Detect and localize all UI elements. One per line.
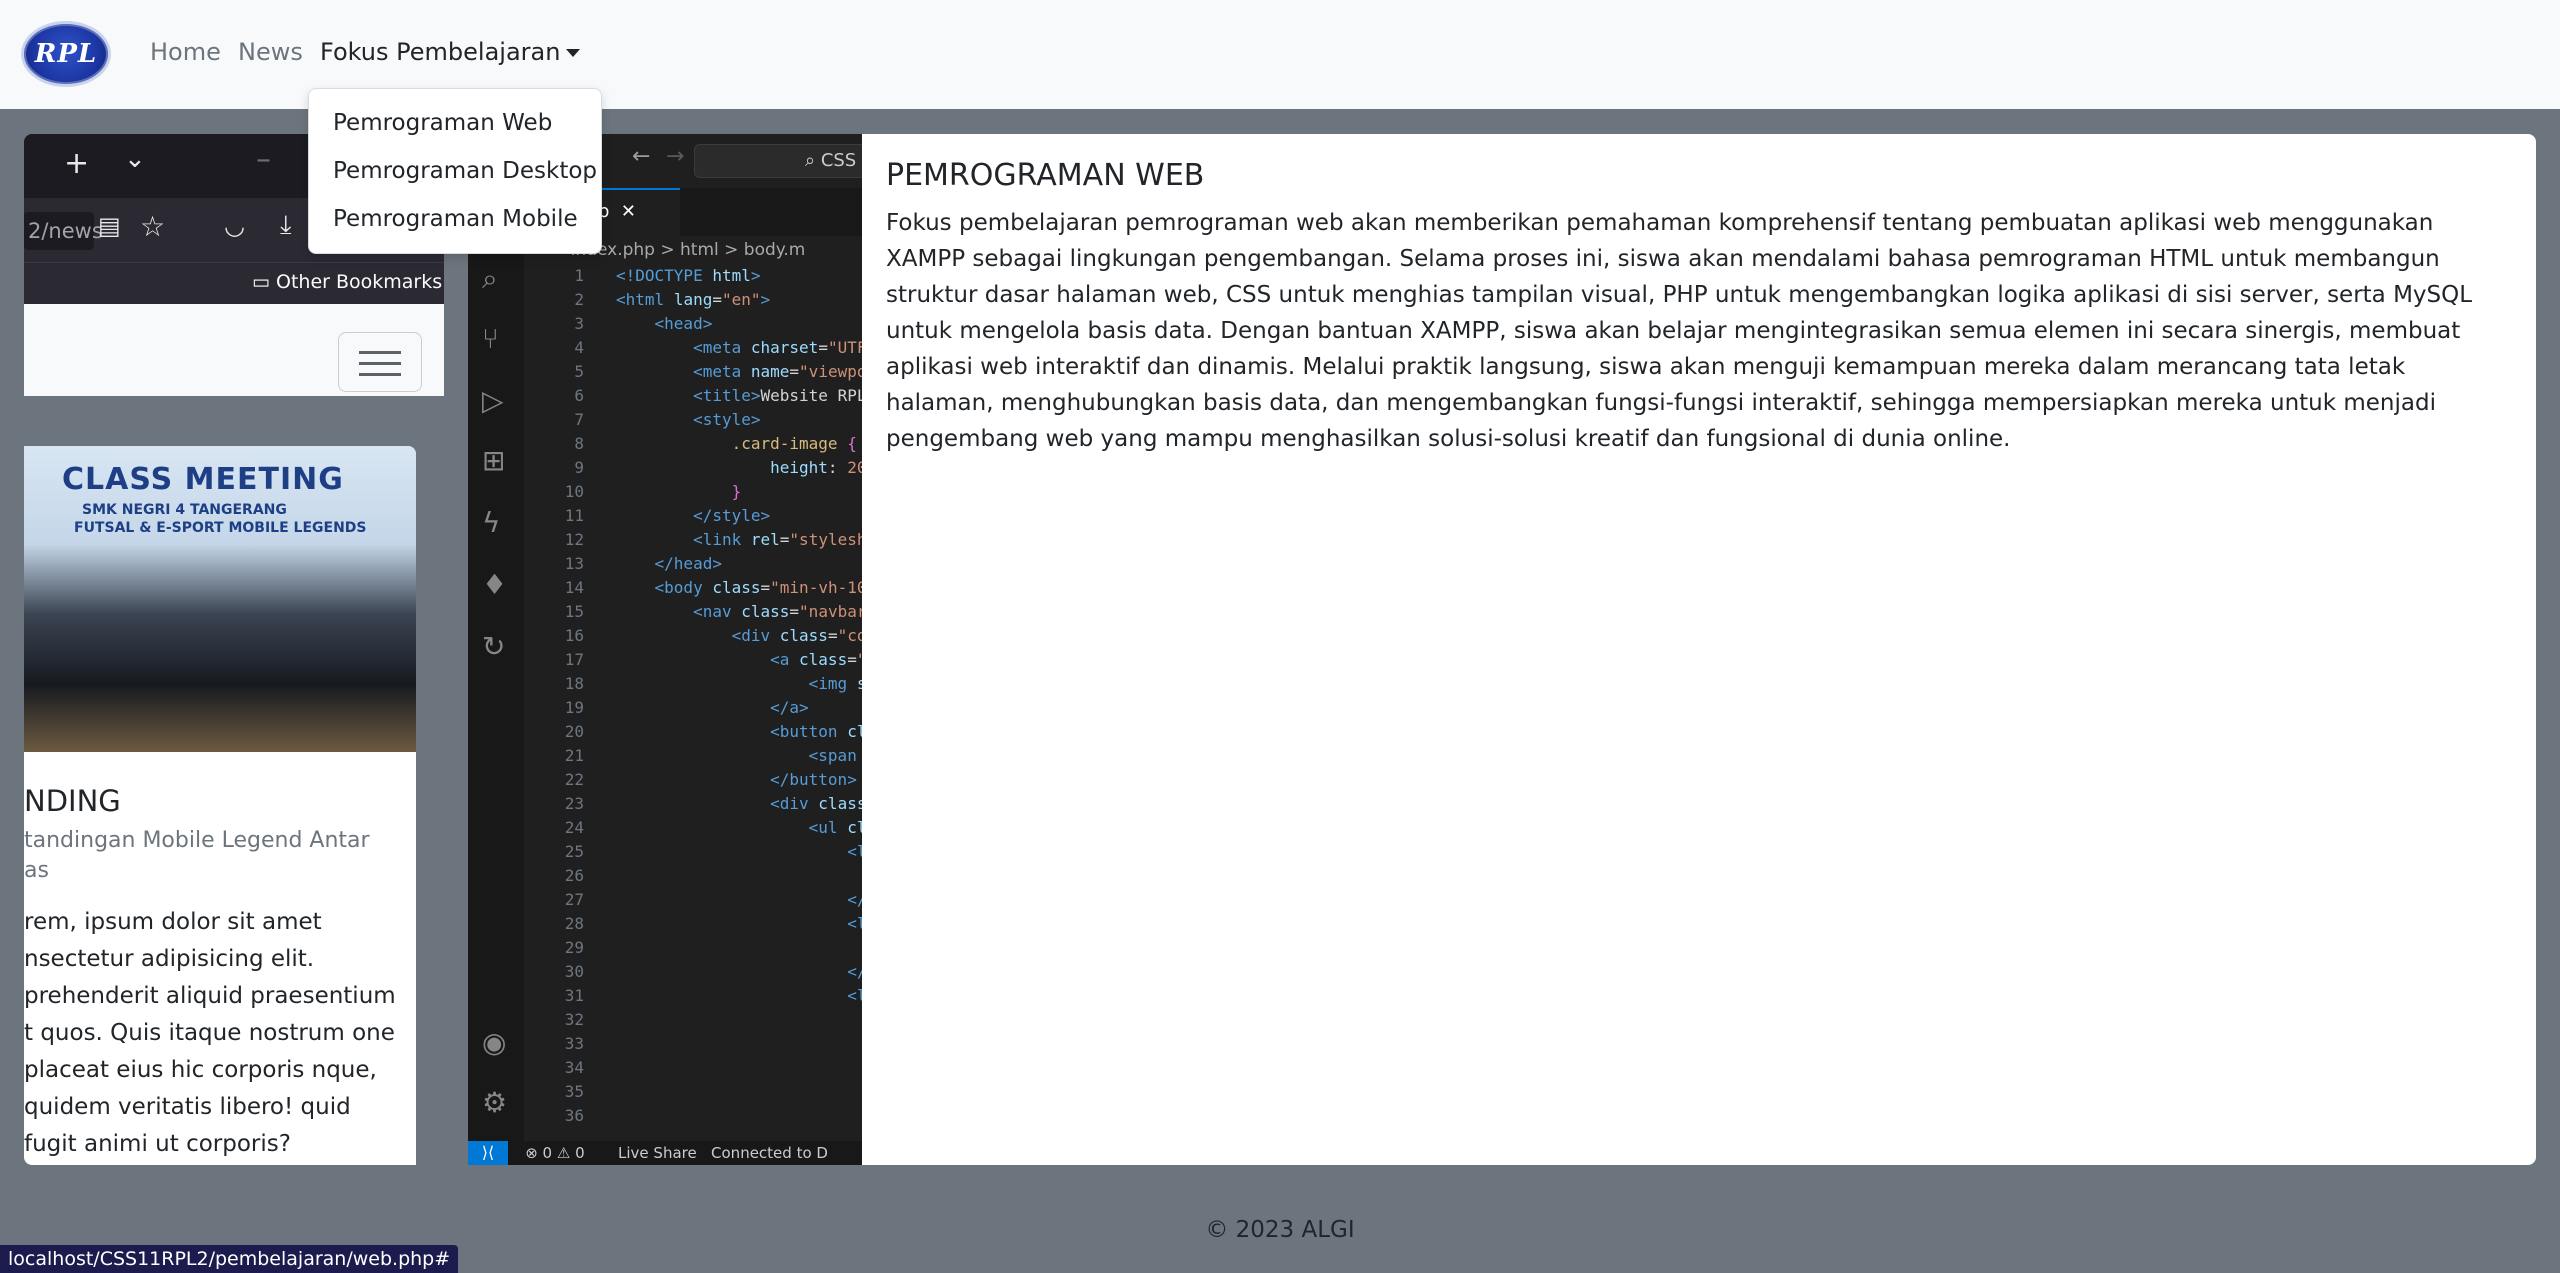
forward-arrow-icon: →	[666, 144, 685, 169]
browser-url-bar: 2/news	[24, 212, 103, 250]
rpl-logo[interactable]: RPL	[21, 21, 111, 87]
pocket-icon: ◡	[224, 212, 245, 240]
nav-news-link[interactable]: News	[238, 38, 303, 66]
window-gap	[444, 134, 468, 1165]
footer-copyright: © 2023 ALGI	[1205, 1217, 1355, 1243]
dropdown-item-web[interactable]: Pemrograman Web	[309, 99, 601, 147]
back-arrow-icon: ←	[632, 144, 651, 169]
nav-home-link[interactable]: Home	[150, 38, 221, 66]
news-card-subtitle: tandingan Mobile Legend Antar as	[24, 828, 370, 883]
remote-icon: ⟩⟨	[468, 1141, 508, 1165]
live-share-icon: ↻	[482, 630, 506, 663]
mongodb-leaf-icon: ♦	[482, 568, 508, 601]
star-icon: ☆	[140, 210, 166, 243]
browser-news-card: CLASS MEETING SMK NEGRI 4 TANGERANG FUTS…	[24, 446, 416, 1165]
vscode-problems: ⊗ 0 ⚠ 0	[525, 1144, 585, 1162]
close-icon: ✕	[620, 201, 636, 222]
logo-text: RPL	[34, 39, 98, 69]
bookmarks-bar: ▭ Other Bookmarks	[24, 262, 444, 304]
search-icon: ⌕	[482, 262, 498, 295]
vscode-connection: Connected to D	[711, 1144, 828, 1162]
minimize-icon: –	[256, 142, 271, 177]
hamburger-icon	[338, 332, 422, 392]
thunder-client-icon: ϟ	[482, 506, 501, 539]
vscode-breadcrumb-text: index.php > html > body.m	[570, 240, 806, 260]
other-bookmarks: ▭ Other Bookmarks	[252, 271, 443, 293]
vscode-search-box: ⌕ CSS	[694, 144, 862, 178]
fokus-dropdown-menu: Pemrograman Web Pemrograman Desktop Pemr…	[308, 88, 602, 254]
chevron-down-icon: ⌄	[124, 144, 146, 174]
gear-icon: ⚙	[482, 1086, 508, 1119]
vscode-editor: 1 <!DOCTYPE html> 2 <html lang="en"> 3 <he…	[524, 264, 862, 1141]
download-icon: ⤓	[280, 210, 292, 240]
vscode-statusbar: ⊗ 0 ⚠ 0 Live Share Connected to D	[468, 1141, 862, 1165]
extensions-icon: ⊞	[482, 444, 506, 477]
news-card-title: NDING	[24, 784, 121, 818]
content-card: + ⌄ – 2/news ▤ ☆ ◡ ⤓ ▭ Other Bookmarks C…	[24, 134, 2536, 1165]
article-title: PEMROGRAMAN WEB	[886, 158, 1205, 193]
article-text: Fokus pembelajaran pemrograman web akan …	[886, 210, 2473, 452]
vscode-live-share: Live Share	[618, 1144, 697, 1162]
reader-icon: ▤	[98, 212, 121, 240]
dropdown-item-desktop[interactable]: Pemrograman Desktop	[309, 147, 601, 195]
photo-title: CLASS MEETING	[62, 462, 344, 497]
chevron-down-icon	[566, 49, 581, 57]
article-body: PEMROGRAMAN WEB Fokus pembelajaran pemro…	[886, 158, 2514, 457]
dropdown-item-mobile[interactable]: Pemrograman Mobile	[309, 195, 601, 243]
news-card-text: rem, ipsum dolor sit amet nsectetur adip…	[24, 909, 396, 1157]
photo-subtitle-2: FUTSAL & E-SPORT MOBILE LEGENDS	[74, 520, 367, 536]
source-control-icon: ⑂	[482, 322, 499, 355]
nav-fokus-label: Fokus Pembelajaran	[320, 38, 561, 66]
plus-icon: +	[64, 146, 90, 181]
account-icon: ◉	[482, 1026, 507, 1059]
nav-fokus-dropdown-toggle[interactable]: Fokus Pembelajaran	[320, 38, 581, 66]
vscode-activity-bar	[468, 236, 524, 1141]
card-image-screenshot: + ⌄ – 2/news ▤ ☆ ◡ ⤓ ▭ Other Bookmarks C…	[24, 134, 862, 1165]
class-meeting-photo: CLASS MEETING SMK NEGRI 4 TANGERANG FUTS…	[24, 446, 416, 752]
link-status-url: localhost/CSS11RPL2/pembelajaran/web.php…	[0, 1245, 459, 1273]
vscode-search-text: CSS	[820, 150, 857, 171]
photo-subtitle: SMK NEGRI 4 TANGERANG	[82, 502, 287, 518]
run-debug-icon: ▷	[482, 384, 504, 417]
other-bookmarks-label: Other Bookmarks	[276, 271, 443, 293]
